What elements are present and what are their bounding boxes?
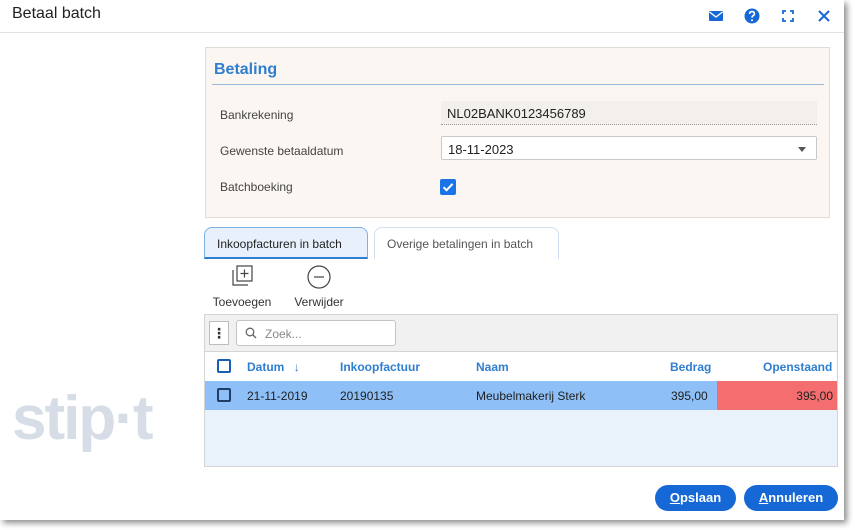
cancel-mnemonic: A [758,490,769,505]
add-label: Toevoegen [212,295,272,309]
divider [212,84,824,85]
help-icon[interactable] [742,6,762,26]
stipt-logo: stip·t [12,384,154,453]
cell-openstaand-bg: 395,00 [717,381,837,410]
cancel-label: nnuleren [768,490,824,505]
col-datum[interactable]: Datum ↓ [247,360,300,374]
col-datum-label: Datum [247,360,285,374]
more-menu-icon[interactable]: ⋮ [209,321,229,345]
betaaldatum-select[interactable]: 18-11-2023 [441,136,817,160]
betaaldatum-label: Gewenste betaaldatum [220,144,344,158]
mail-icon[interactable] [706,6,726,26]
bankrekening-field: NL02BANK0123456789 [441,101,817,125]
invoice-grid: ⋮ Datum ↓ Inkoopfactuur Naam Bedrag Open… [204,314,838,467]
betaling-panel: Betaling Bankrekening NL02BANK0123456789… [205,47,830,218]
title-bar: Betaal batch [0,0,844,33]
dialog: Betaal batch stip·t Betaling Bankrekenin… [0,0,844,520]
cell-naam: Meubelmakerij Sterk [476,389,586,403]
bankrekening-label: Bankrekening [220,108,294,122]
grid-toolbar: ⋮ [205,315,837,352]
cell-openstaand: 395,00 [796,389,833,403]
col-bedrag[interactable]: Bedrag [670,360,711,374]
row-checkbox[interactable] [217,388,231,402]
add-button[interactable]: Toevoegen [206,264,278,309]
search-box [236,320,396,346]
add-icon [229,264,255,290]
chevron-down-icon [798,147,806,152]
betaaldatum-value: 18-11-2023 [448,142,514,157]
col-inkoopfactuur[interactable]: Inkoopfactuur [340,360,420,374]
grid-header: Datum ↓ Inkoopfactuur Naam Bedrag Openst… [205,352,837,382]
select-all-checkbox[interactable] [217,359,231,373]
table-row[interactable]: 21-11-2019 20190135 Meubelmakerij Sterk … [205,381,837,410]
col-openstaand[interactable]: Openstaand [763,360,832,374]
search-input[interactable] [263,324,391,344]
cancel-button[interactable]: Annuleren [744,485,838,511]
dialog-title: Betaal batch [12,5,101,22]
sort-down-icon: ↓ [293,360,300,374]
col-naam[interactable]: Naam [476,360,509,374]
batchboeking-label: Batchboeking [220,180,293,194]
save-mnemonic: O [669,490,680,505]
cell-bedrag: 395,00 [671,389,708,403]
remove-icon [306,264,332,290]
fullscreen-icon[interactable] [778,6,798,26]
cell-datum: 21-11-2019 [247,389,308,403]
save-button[interactable]: Opslaan [655,485,736,511]
save-label: pslaan [679,490,722,505]
panel-title: Betaling [214,61,278,78]
remove-button[interactable]: Verwijder [286,264,352,309]
tab-overige-betalingen[interactable]: Overige betalingen in batch [374,227,559,259]
batchboeking-checkbox[interactable] [440,179,456,195]
remove-label: Verwijder [294,295,344,309]
cell-inkoopfactuur: 20190135 [340,389,394,403]
tab-inkoopfacturen[interactable]: Inkoopfacturen in batch [204,227,368,259]
close-icon[interactable] [814,6,834,26]
search-icon [245,327,257,339]
